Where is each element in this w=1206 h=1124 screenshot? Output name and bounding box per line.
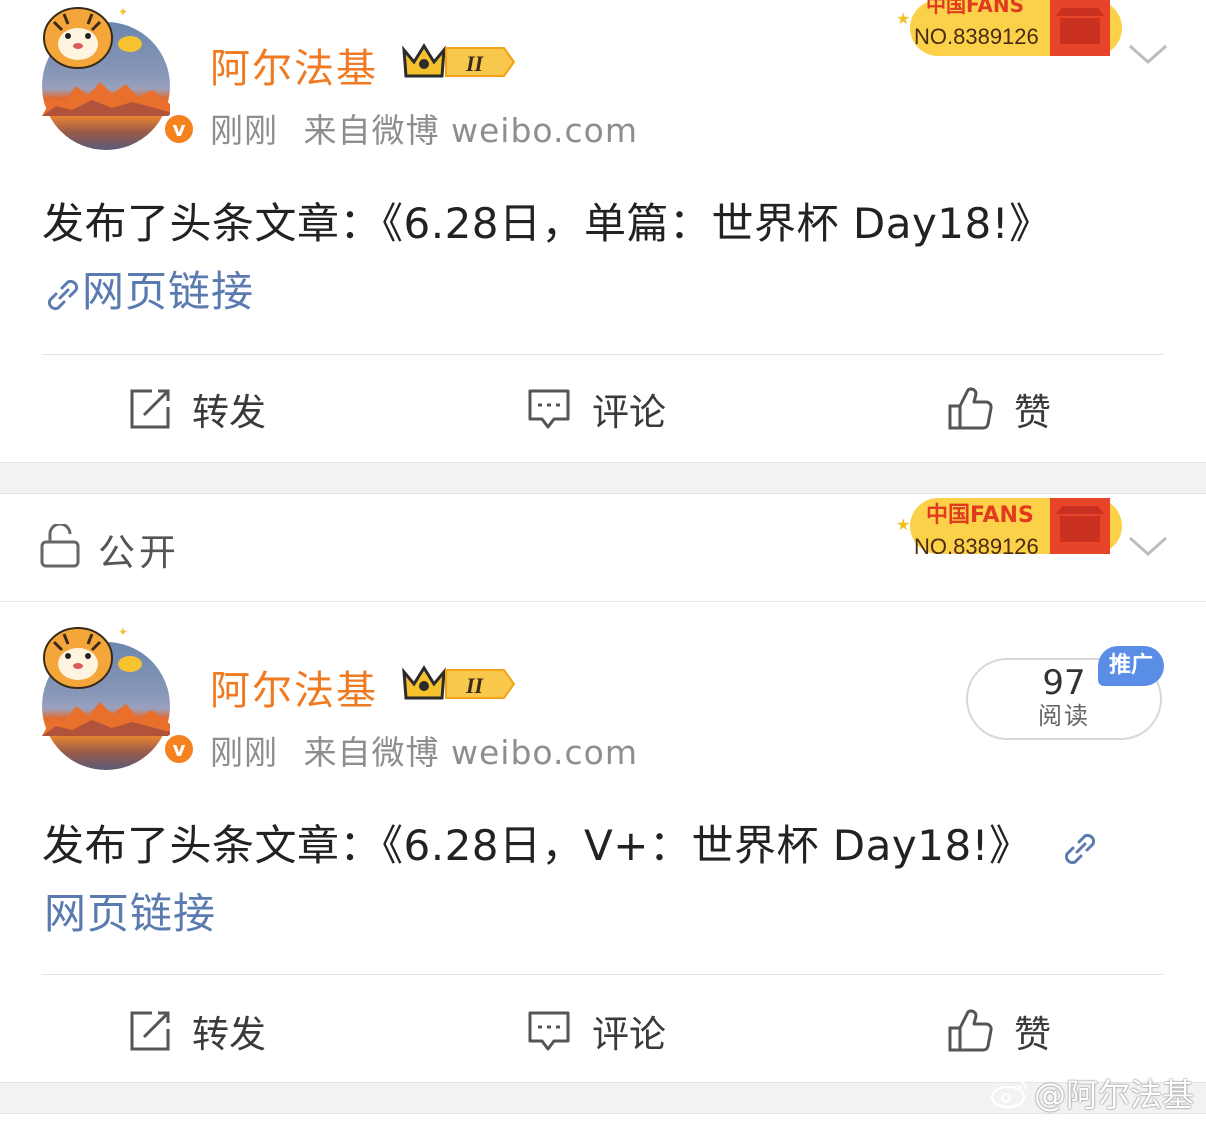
thumbs-up-icon [948,1009,993,1052]
privacy-label: 公开 [98,531,180,574]
post-content: 发布了头条文章：《6.28日，V+：世界杯 Day18!》 [42,812,1099,873]
avatar[interactable]: ✦ v [34,620,196,770]
chevron-down-icon[interactable] [1128,534,1168,558]
svg-text:★: ★ [896,515,910,534]
privacy-bar[interactable]: 公开 中国FANS ★ NO.8389126 [0,494,1206,602]
watermark-text: @阿尔法基 [1033,1076,1194,1114]
like-button[interactable]: 赞 [946,1004,1051,1058]
svg-text:中国FANS: 中国FANS [926,0,1024,17]
mountain-ridge [42,702,170,736]
svg-text:中国FANS: 中国FANS [926,503,1034,528]
like-label: 赞 [1014,1013,1051,1056]
svg-text:✦: ✦ [118,5,128,19]
divider [42,354,1164,355]
post-source: 来自微博 weibo.com [303,111,638,150]
web-link[interactable]: 网页链接 [44,258,254,319]
vip-crown-icon[interactable]: II [400,40,516,84]
verified-badge: v [162,732,196,766]
comment-button[interactable]: 评论 [526,1004,666,1058]
thumbs-up-icon [948,387,993,430]
post-time: 刚刚 [210,733,278,772]
comment-label: 评论 [592,1013,666,1056]
like-label: 赞 [1014,391,1051,434]
svg-text:II: II [465,673,485,698]
svg-text:NO.8389126: NO.8389126 [914,534,1039,559]
svg-text:✦: ✦ [118,625,128,639]
weibo-logo-icon [990,1080,1027,1109]
svg-text:★: ★ [896,9,910,28]
repost-icon [130,1011,170,1051]
verified-badge: v [162,112,196,146]
china-fans-badge[interactable]: 中国FANS ★ NO.8389126 [890,0,1126,66]
svg-text:NO.8389126: NO.8389126 [914,24,1039,49]
watermark: @阿尔法基 [990,1070,1194,1116]
china-fans-badge[interactable]: 中国FANS ★ NO.8389126 [890,494,1126,560]
like-button[interactable]: 赞 [946,382,1051,436]
unlock-icon [40,524,80,568]
repost-label: 转发 [192,391,266,434]
svg-text:II: II [465,51,485,76]
tiger-pendant-icon: ✦ [43,625,142,689]
post-card: ✦ v 阿尔法基 II 刚刚 来自微博 weibo.com 97 阅读 推广 发… [0,602,1206,1082]
comment-button[interactable]: 评论 [526,382,666,436]
comment-label: 评论 [592,391,666,434]
section-separator [0,462,1206,494]
web-link[interactable]: 网页链接 [44,880,216,941]
comment-icon [528,389,570,429]
post-time: 刚刚 [210,111,278,150]
username[interactable]: 阿尔法基 [210,658,378,716]
post-meta: 刚刚 来自微博 weibo.com [210,104,652,152]
post-source: 来自微博 weibo.com [303,733,638,772]
link-icon [47,279,79,310]
web-link-label: 网页链接 [82,267,255,316]
weibo-feed: ✦ v 阿尔法基 II 刚刚 来自微博 weibo.com 中国FANS ★ N… [0,0,1206,1124]
post-content-text: 发布了头条文章：《6.28日，V+：世界杯 Day18!》 [42,821,1032,870]
post-content: 发布了头条文章：《6.28日，单篇：世界杯 Day18!》 [42,199,1052,248]
promote-badge[interactable]: 推广 [1098,646,1164,686]
vip-crown-icon[interactable]: II [400,662,516,706]
tiger-pendant-icon: ✦ [43,5,142,69]
comment-icon [528,1011,570,1051]
repost-button[interactable]: 转发 [128,382,266,436]
avatar[interactable]: ✦ v [34,0,196,150]
repost-button[interactable]: 转发 [128,1004,266,1058]
divider [42,974,1164,975]
username[interactable]: 阿尔法基 [210,36,378,94]
chevron-down-icon[interactable] [1128,42,1168,66]
post-meta: 刚刚 来自微博 weibo.com [210,726,652,774]
repost-label: 转发 [192,1013,266,1056]
read-label: 阅读 [1038,702,1090,730]
post-card: ✦ v 阿尔法基 II 刚刚 来自微博 weibo.com 中国FANS ★ N… [0,0,1206,462]
link-icon[interactable] [1061,830,1099,868]
repost-icon [130,389,170,429]
mountain-ridge [42,82,170,116]
